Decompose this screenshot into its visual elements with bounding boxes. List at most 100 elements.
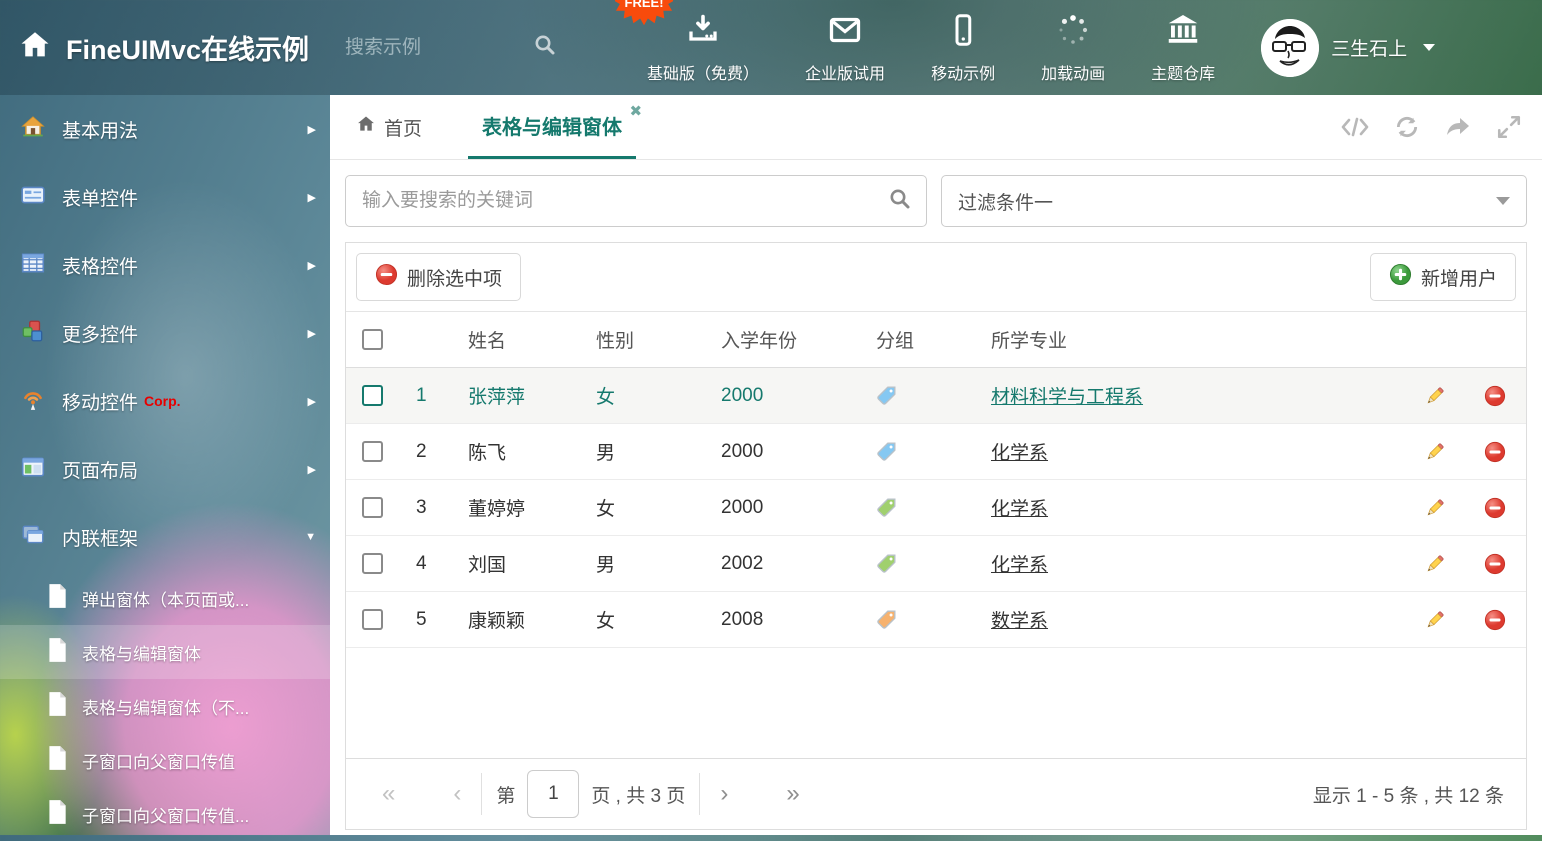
- table-row[interactable]: 1 张萍萍 女 2000 材料科学与工程系: [346, 368, 1526, 424]
- sidebar-subitem-grid-edit-window-2[interactable]: 表格与编辑窗体（不...: [0, 679, 330, 733]
- cell-year: 2002: [711, 553, 866, 575]
- signal-icon: [20, 386, 46, 417]
- nav-item-mobile-demo[interactable]: 移动示例: [931, 12, 995, 84]
- major-link[interactable]: 化学系: [991, 443, 1048, 464]
- delete-row-icon[interactable]: [1464, 441, 1526, 463]
- tag-icon: [866, 553, 981, 574]
- chevron-right-icon: ▶: [308, 191, 316, 204]
- sidebar-item-inline-frame[interactable]: 内联框架 ▼: [0, 503, 330, 571]
- row-checkbox[interactable]: [362, 553, 383, 574]
- search-icon[interactable]: [888, 187, 912, 216]
- tab-strip: 首页 表格与编辑窗体 ✖: [330, 95, 1542, 160]
- nav-item-theme-repo[interactable]: 主题仓库: [1151, 12, 1215, 84]
- corp-badge: Corp.: [144, 393, 181, 409]
- delete-selected-button[interactable]: 删除选中项: [356, 253, 521, 301]
- tag-icon: [866, 497, 981, 518]
- add-user-button[interactable]: 新增用户: [1370, 253, 1516, 301]
- tag-icon: [866, 441, 981, 462]
- brand[interactable]: FineUIMvc在线示例: [18, 28, 309, 67]
- close-icon[interactable]: ✖: [629, 102, 642, 120]
- major-link[interactable]: 数学系: [991, 611, 1048, 632]
- sidebar-item-grid-controls[interactable]: 表格控件 ▶: [0, 231, 330, 299]
- sidebar-subitem-grid-edit-window[interactable]: 表格与编辑窗体: [0, 625, 330, 679]
- nav-item-basic-free[interactable]: FREE! 基础版（免费）: [647, 12, 759, 84]
- delete-row-icon[interactable]: [1464, 553, 1526, 575]
- sidebar-subitem-child-to-parent-2[interactable]: 子窗口向父窗口传值...: [0, 787, 330, 841]
- row-checkbox[interactable]: [362, 609, 383, 630]
- sidebar-item-page-layout[interactable]: 页面布局 ▶: [0, 435, 330, 503]
- sidebar-subitem-child-to-parent[interactable]: 子窗口向父窗口传值: [0, 733, 330, 787]
- file-icon: [46, 691, 68, 722]
- share-icon[interactable]: [1444, 115, 1472, 139]
- cell-year: 2000: [711, 441, 866, 463]
- nav-item-enterprise-trial[interactable]: 企业版试用: [805, 12, 885, 84]
- free-badge: FREE!: [615, 0, 673, 32]
- first-page-icon[interactable]: «: [376, 780, 401, 808]
- page-number-input[interactable]: [527, 770, 579, 818]
- row-checkbox[interactable]: [362, 497, 383, 518]
- layout-icon: [20, 454, 46, 485]
- prev-page-icon[interactable]: ‹: [447, 780, 467, 808]
- view-code-icon[interactable]: [1340, 115, 1370, 139]
- filter-dropdown[interactable]: 过滤条件一: [941, 175, 1527, 227]
- delete-row-icon[interactable]: [1464, 385, 1526, 407]
- select-all-checkbox[interactable]: [362, 329, 383, 350]
- header-search-input[interactable]: [343, 36, 497, 60]
- cell-name: 张萍萍: [458, 382, 586, 409]
- col-gender: 性别: [586, 326, 711, 353]
- major-link[interactable]: 材料科学与工程系: [991, 387, 1143, 408]
- search-icon[interactable]: [533, 33, 557, 62]
- major-link[interactable]: 化学系: [991, 499, 1048, 520]
- delete-row-icon[interactable]: [1464, 609, 1526, 631]
- table-row[interactable]: 5 康颖颖 女 2008 数学系: [346, 592, 1526, 648]
- table-row[interactable]: 3 董婷婷 女 2000 化学系: [346, 480, 1526, 536]
- edit-icon[interactable]: [1406, 497, 1464, 519]
- sidebar-item-mobile-controls[interactable]: 移动控件 Corp. ▶: [0, 367, 330, 435]
- keyword-search-input[interactable]: [360, 189, 888, 213]
- table-header-row: 姓名 性别 入学年份 分组 所学专业: [346, 312, 1526, 368]
- col-group: 分组: [866, 326, 981, 353]
- cell-year: 2008: [711, 609, 866, 631]
- user-menu[interactable]: 三生石上: [1261, 19, 1435, 77]
- major-link[interactable]: 化学系: [991, 555, 1048, 576]
- edit-icon[interactable]: [1406, 385, 1464, 407]
- download-icon: [685, 12, 721, 53]
- delete-row-icon[interactable]: [1464, 497, 1526, 519]
- sidebar: 基本用法 ▶ 表单控件 ▶ 表格控件 ▶ 更多控件 ▶ 移动控件 Corp. ▶…: [0, 95, 330, 835]
- nav-item-loading-animation[interactable]: 加载动画: [1041, 12, 1105, 84]
- chevron-right-icon: ▶: [308, 259, 316, 272]
- cubes-icon: [20, 318, 46, 349]
- chevron-down-icon: ▼: [305, 531, 316, 543]
- tag-icon: [866, 385, 981, 406]
- grid-icon: [20, 250, 46, 281]
- chevron-right-icon: ▶: [308, 327, 316, 340]
- edit-icon[interactable]: [1406, 553, 1464, 575]
- mail-icon: [827, 12, 863, 53]
- edit-icon[interactable]: [1406, 609, 1464, 631]
- next-page-icon[interactable]: ›: [714, 780, 734, 808]
- cell-name: 康颖颖: [458, 606, 586, 633]
- tab-home[interactable]: 首页: [356, 95, 422, 159]
- main-content: 首页 表格与编辑窗体 ✖: [330, 95, 1542, 835]
- sidebar-item-form-controls[interactable]: 表单控件 ▶: [0, 163, 330, 231]
- form-icon: [20, 182, 46, 213]
- sidebar-item-more-controls[interactable]: 更多控件 ▶: [0, 299, 330, 367]
- cell-gender: 女: [586, 382, 711, 409]
- sidebar-item-basic-usage[interactable]: 基本用法 ▶: [0, 95, 330, 163]
- table-row[interactable]: 2 陈飞 男 2000 化学系: [346, 424, 1526, 480]
- plus-circle-icon: [1389, 263, 1412, 292]
- row-checkbox[interactable]: [362, 385, 383, 406]
- refresh-icon[interactable]: [1394, 114, 1420, 140]
- expand-icon[interactable]: [1496, 114, 1522, 140]
- edit-icon[interactable]: [1406, 441, 1464, 463]
- sidebar-subitem-popup-window[interactable]: 弹出窗体（本页面或...: [0, 571, 330, 625]
- avatar: [1261, 19, 1319, 77]
- col-year: 入学年份: [711, 326, 866, 353]
- row-checkbox[interactable]: [362, 441, 383, 462]
- file-icon: [46, 799, 68, 830]
- table-row[interactable]: 4 刘国 男 2002 化学系: [346, 536, 1526, 592]
- last-page-icon[interactable]: »: [780, 780, 805, 808]
- cell-name: 董婷婷: [458, 494, 586, 521]
- top-header: FineUIMvc在线示例 FREE! 基础版（免费） 企业版试用: [0, 0, 1542, 95]
- tab-grid-edit-window[interactable]: 表格与编辑窗体 ✖: [468, 95, 636, 159]
